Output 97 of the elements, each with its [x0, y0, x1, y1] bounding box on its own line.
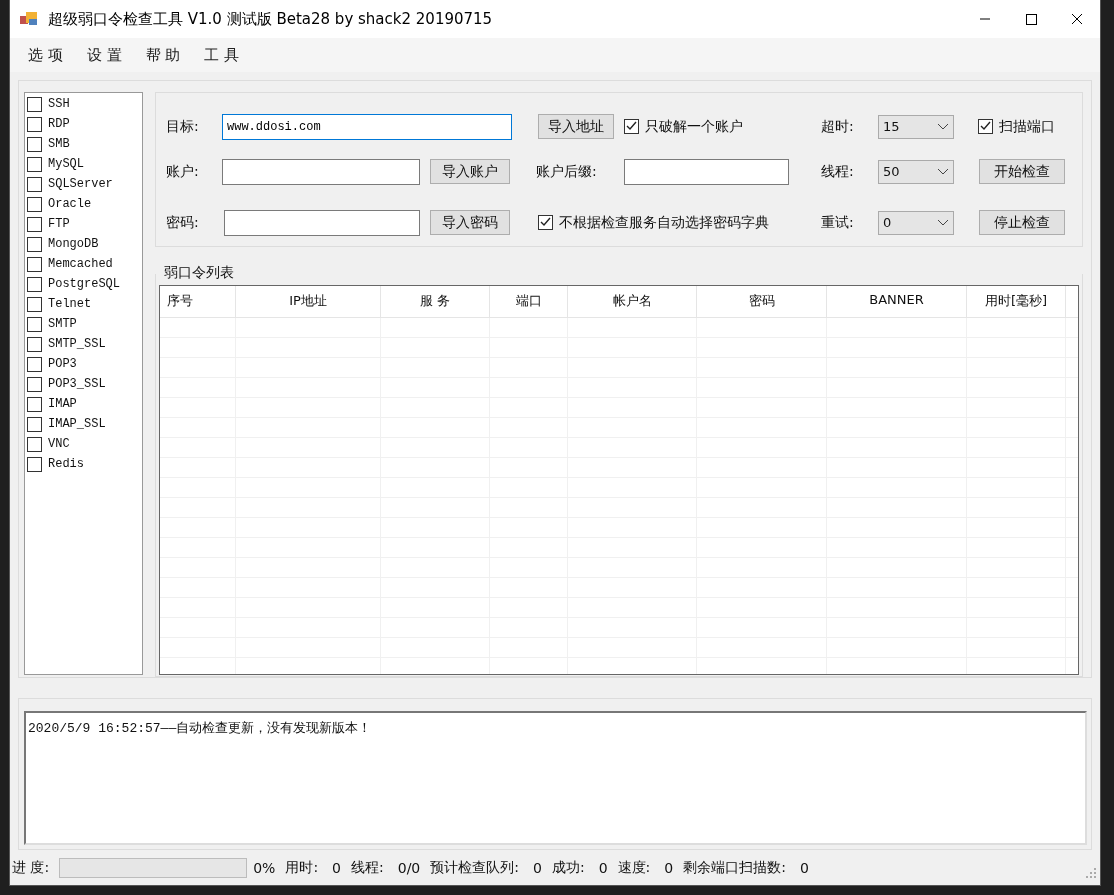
status-label: 成功:: [551, 859, 585, 877]
column-header[interactable]: 密码: [697, 286, 827, 317]
service-label: POP3: [48, 357, 77, 371]
column-header[interactable]: 序号: [160, 286, 236, 317]
retry-label: 重试:: [821, 213, 855, 232]
checkbox[interactable]: [27, 196, 42, 212]
status-value: 0/0: [397, 860, 421, 876]
checkbox[interactable]: [27, 356, 42, 372]
status-label: 速度:: [617, 859, 651, 877]
checkbox[interactable]: [27, 436, 42, 452]
progress-label: 进 度:: [12, 859, 50, 877]
status-label: 线程:: [351, 859, 384, 877]
resize-grip-icon[interactable]: [1085, 867, 1097, 879]
service-label: IMAP_SSL: [48, 417, 106, 431]
service-label: VNC: [48, 437, 70, 451]
service-label: PostgreSQL: [48, 277, 120, 291]
status-value: 0: [799, 860, 809, 876]
service-label: SMTP_SSL: [48, 337, 106, 351]
stop-button[interactable]: 停止检查: [979, 210, 1065, 235]
no-auto-dict-checkbox[interactable]: 不根据检查服务自动选择密码字典: [538, 213, 821, 232]
checkmark-icon: [980, 121, 991, 132]
service-label: MongoDB: [48, 237, 99, 251]
timeout-dropdown[interactable]: 15: [878, 114, 954, 139]
service-label: Memcached: [48, 257, 113, 271]
checkbox[interactable]: [27, 336, 42, 352]
target-label: 目标:: [166, 117, 200, 136]
status-value: 0: [533, 860, 542, 876]
service-label: SQLServer: [48, 177, 113, 191]
password-label: 密码:: [166, 213, 200, 232]
menu-item[interactable]: 工 具: [204, 45, 240, 65]
column-header[interactable]: IP地址: [236, 286, 381, 317]
chevron-down-icon: [937, 167, 949, 176]
service-label: FTP: [48, 217, 70, 231]
column-header[interactable]: 端口: [490, 286, 568, 317]
progress-reading: 0%: [253, 860, 276, 876]
account-label: 账户:: [166, 162, 200, 181]
checkbox[interactable]: [27, 256, 42, 272]
import-address-button[interactable]: 导入地址: [538, 114, 614, 139]
service-label: MySQL: [48, 157, 84, 171]
timeout-label: 超时:: [821, 117, 855, 136]
menu-item[interactable]: 选 项: [28, 45, 63, 65]
menu-item[interactable]: 设 置: [86, 45, 122, 65]
log-text: 2020/5/9 16:52:57——自动检查更新，没有发现新版本！: [28, 721, 372, 736]
chevron-down-icon: [937, 218, 949, 227]
suffix-label: 账户后缀:: [536, 162, 598, 181]
account-field[interactable]: [222, 158, 420, 185]
checkbox[interactable]: [27, 456, 42, 472]
checkbox[interactable]: [27, 376, 42, 392]
service-label: IMAP: [48, 397, 77, 411]
checkbox[interactable]: [27, 216, 42, 232]
service-label: Redis: [48, 457, 84, 471]
service-label: SMTP: [48, 317, 77, 331]
threads-dropdown[interactable]: 50: [878, 159, 954, 184]
checkbox[interactable]: [27, 96, 42, 112]
checkbox[interactable]: [27, 116, 42, 132]
window-title: 超级弱口令检查工具 V1.0 测试版 Beta28 by shack2 20190715: [48, 9, 494, 29]
chevron-down-icon: [937, 122, 949, 131]
checkbox[interactable]: [27, 136, 42, 152]
checkbox[interactable]: [27, 176, 42, 192]
status-label: 用时:: [285, 859, 319, 877]
checkmark-icon: [540, 217, 551, 228]
suffix-field[interactable]: [624, 158, 789, 185]
column-header[interactable]: 用时[毫秒]: [967, 286, 1066, 317]
status-value: 0: [664, 860, 674, 876]
import-password-button[interactable]: 导入密码: [430, 210, 510, 235]
column-header[interactable]: 帐户名: [568, 286, 697, 317]
start-button[interactable]: 开始检查: [979, 159, 1065, 184]
status-value: 0: [332, 860, 342, 876]
checkbox[interactable]: [27, 316, 42, 332]
target-field[interactable]: www.ddosi.com: [222, 113, 512, 140]
service-label: POP3_SSL: [48, 377, 106, 391]
import-account-button[interactable]: 导入账户: [430, 159, 510, 184]
threads-label: 线程:: [821, 162, 855, 181]
retry-dropdown[interactable]: 0: [878, 210, 954, 235]
status-label: 剩余端口扫描数:: [683, 859, 786, 877]
app-icon: [20, 11, 38, 27]
checkbox[interactable]: [27, 236, 42, 252]
service-label: SSH: [48, 97, 70, 111]
scan-ports-checkbox[interactable]: 扫描端口: [978, 117, 1055, 136]
table-title: 弱口令列表: [164, 264, 236, 282]
crack-one-checkbox[interactable]: 只破解一个账户: [624, 117, 821, 136]
menu-item[interactable]: 帮 助: [145, 45, 181, 65]
checkbox[interactable]: [27, 156, 42, 172]
service-label: RDP: [48, 117, 70, 131]
checkbox[interactable]: [27, 296, 42, 312]
service-label: Oracle: [48, 197, 92, 211]
checkbox[interactable]: [27, 396, 42, 412]
service-label: SMB: [48, 137, 70, 151]
status-label: 预计检查队列:: [430, 859, 519, 877]
status-value: 0: [598, 860, 608, 876]
service-label: Telnet: [48, 297, 92, 311]
checkbox[interactable]: [27, 276, 42, 292]
column-header[interactable]: BANNER: [827, 286, 967, 317]
checkmark-icon: [626, 121, 637, 132]
column-header[interactable]: 服 务: [381, 286, 490, 317]
checkbox[interactable]: [27, 416, 42, 432]
password-field[interactable]: [224, 209, 420, 236]
